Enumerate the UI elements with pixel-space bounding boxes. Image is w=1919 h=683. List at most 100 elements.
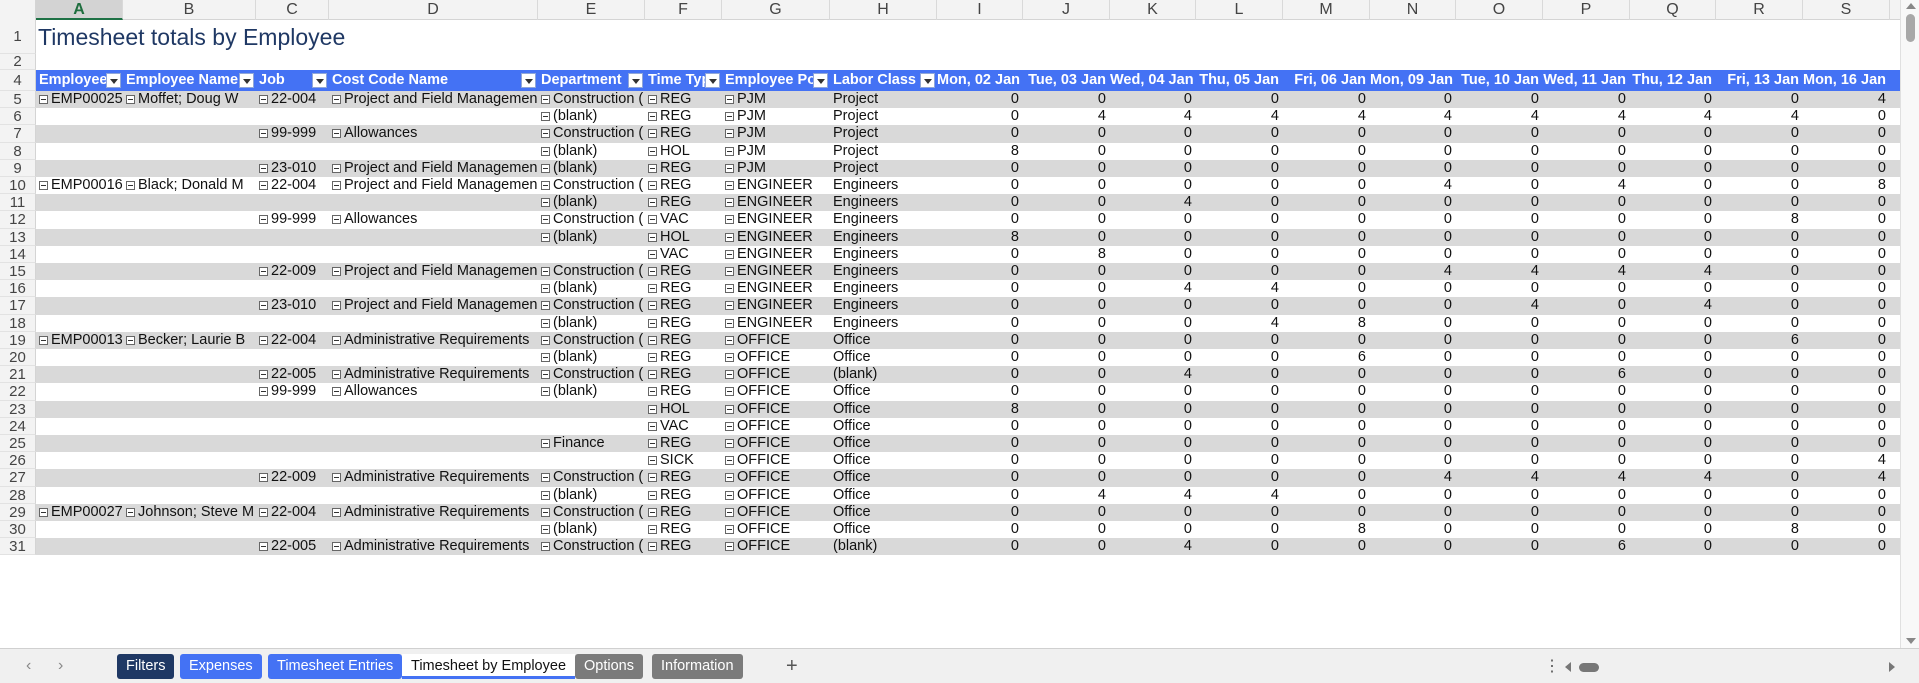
table-cell[interactable]	[538, 452, 645, 469]
hours-cell[interactable]: 0	[1110, 504, 1196, 521]
table-cell[interactable]: Construction (	[538, 504, 645, 521]
hours-cell[interactable]: 4	[1196, 108, 1283, 125]
table-cell[interactable]	[36, 469, 123, 486]
hours-cell[interactable]: 0	[1196, 469, 1283, 486]
collapse-icon[interactable]	[332, 95, 341, 104]
collapse-icon[interactable]	[725, 301, 734, 311]
row-header[interactable]: 24	[0, 417, 36, 435]
hours-cell[interactable]: 0	[1023, 263, 1110, 280]
hours-cell[interactable]: 0	[1543, 125, 1630, 142]
hours-cell[interactable]: 0	[1543, 143, 1630, 160]
column-header-a[interactable]: A	[36, 0, 123, 20]
collapse-icon[interactable]	[648, 421, 657, 431]
table-cell[interactable]	[329, 280, 538, 297]
hours-cell[interactable]: 0	[1716, 366, 1803, 383]
table-cell[interactable]	[36, 108, 123, 125]
table-cell[interactable]	[256, 521, 329, 538]
table-cell[interactable]	[256, 418, 329, 435]
table-cell[interactable]	[329, 246, 538, 263]
collapse-icon[interactable]	[648, 95, 657, 104]
hours-cell[interactable]: 0	[1630, 332, 1716, 349]
collapse-icon[interactable]	[332, 473, 341, 483]
hours-cell[interactable]: 0	[1023, 297, 1110, 314]
collapse-icon[interactable]	[332, 215, 341, 225]
table-cell[interactable]: ENGINEER	[722, 194, 830, 211]
filter-dropdown-icon[interactable]	[813, 73, 828, 88]
hours-cell[interactable]: 4	[1110, 366, 1196, 383]
hours-cell[interactable]: 0	[1803, 383, 1890, 400]
hours-cell[interactable]: 0	[1110, 332, 1196, 349]
hours-cell[interactable]: 0	[1023, 435, 1110, 452]
table-cell[interactable]: REG	[645, 177, 722, 194]
table-cell[interactable]	[36, 487, 123, 504]
hours-cell[interactable]: 4	[1630, 263, 1716, 280]
row-header[interactable]: 16	[0, 280, 36, 298]
hours-cell[interactable]: 0	[1630, 91, 1716, 108]
collapse-icon[interactable]	[259, 387, 268, 397]
table-cell[interactable]: OFFICE	[722, 487, 830, 504]
table-cell[interactable]: Allowances	[329, 211, 538, 228]
hours-cell[interactable]: 8	[937, 143, 1023, 160]
collapse-icon[interactable]	[541, 542, 550, 552]
scroll-down-icon[interactable]	[1906, 638, 1916, 644]
table-cell[interactable]: OFFICE	[722, 366, 830, 383]
collapse-icon[interactable]	[648, 181, 657, 190]
hours-cell[interactable]: 0	[1370, 504, 1456, 521]
table-cell[interactable]	[36, 297, 123, 314]
hours-cell[interactable]: 0	[1283, 452, 1370, 469]
table-cell[interactable]	[36, 383, 123, 400]
hours-cell[interactable]: 4	[1110, 487, 1196, 504]
collapse-icon[interactable]	[725, 181, 734, 190]
hours-cell[interactable]: 0	[1283, 383, 1370, 400]
table-cell[interactable]: Project and Field Managemen	[329, 160, 538, 177]
hours-cell[interactable]: 0	[1630, 538, 1716, 555]
table-cell[interactable]: Construction (	[538, 211, 645, 228]
collapse-icon[interactable]	[725, 353, 734, 362]
collapse-icon[interactable]	[648, 198, 657, 208]
table-cell[interactable]	[36, 125, 123, 142]
hours-cell[interactable]: 0	[1803, 211, 1890, 228]
collapse-icon[interactable]	[39, 507, 48, 517]
hours-cell[interactable]: 0	[1023, 349, 1110, 366]
collapse-icon[interactable]	[725, 112, 734, 122]
table-cell[interactable]	[36, 143, 123, 160]
hours-cell[interactable]: 0	[1716, 401, 1803, 418]
hours-cell[interactable]: 0	[1283, 366, 1370, 383]
collapse-icon[interactable]	[725, 249, 734, 259]
hours-cell[interactable]: 0	[937, 125, 1023, 142]
hours-cell[interactable]: 0	[1716, 469, 1803, 486]
column-header-h[interactable]: H	[830, 0, 937, 20]
table-cell[interactable]: 22-009	[256, 263, 329, 280]
collapse-icon[interactable]	[332, 335, 341, 345]
hours-cell[interactable]: 0	[1110, 418, 1196, 435]
field-header[interactable]: Tue, 03 Jan	[1023, 70, 1110, 91]
table-cell[interactable]: (blank)	[538, 487, 645, 504]
collapse-icon[interactable]	[541, 318, 550, 328]
collapse-icon[interactable]	[259, 335, 268, 345]
hours-cell[interactable]: 0	[1716, 143, 1803, 160]
hours-cell[interactable]: 0	[1630, 143, 1716, 160]
hours-cell[interactable]: 0	[1370, 487, 1456, 504]
hours-cell[interactable]: 0	[1803, 504, 1890, 521]
filter-dropdown-icon[interactable]	[705, 73, 720, 88]
row-header[interactable]: 7	[0, 125, 36, 143]
hours-cell[interactable]: 0	[1110, 91, 1196, 108]
table-cell[interactable]	[329, 194, 538, 211]
row-header[interactable]: 11	[0, 194, 36, 212]
hours-cell[interactable]: 0	[1456, 229, 1543, 246]
hours-cell[interactable]: 0	[1283, 211, 1370, 228]
collapse-icon[interactable]	[648, 112, 657, 122]
table-cell[interactable]: REG	[645, 487, 722, 504]
table-cell[interactable]	[329, 229, 538, 246]
table-cell[interactable]: PJM	[722, 143, 830, 160]
collapse-icon[interactable]	[541, 232, 550, 242]
hours-cell[interactable]: 4	[1456, 469, 1543, 486]
table-cell[interactable]	[36, 418, 123, 435]
collapse-icon[interactable]	[541, 473, 550, 483]
table-cell[interactable]: Construction (	[538, 366, 645, 383]
table-cell[interactable]: (blank)	[538, 160, 645, 177]
field-header[interactable]: Cost Code Name	[329, 70, 538, 91]
hours-cell[interactable]: 0	[937, 487, 1023, 504]
collapse-icon[interactable]	[541, 387, 550, 397]
table-cell[interactable]: SICK	[645, 452, 722, 469]
